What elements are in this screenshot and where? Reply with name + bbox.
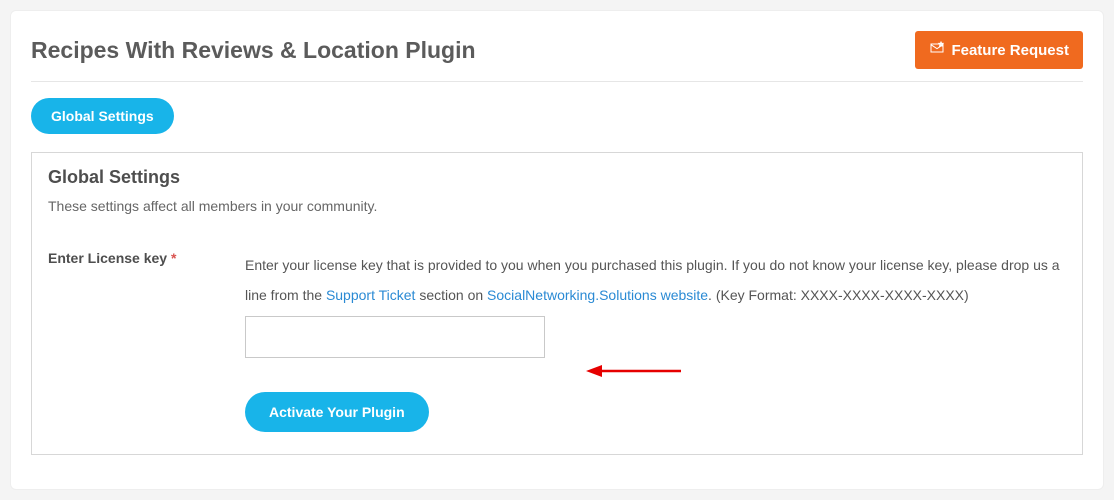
required-mark: * (171, 250, 176, 266)
tab-global-settings-label: Global Settings (51, 108, 154, 124)
header-row: Recipes With Reviews & Location Plugin F… (31, 31, 1083, 82)
section-title: Global Settings (48, 167, 1066, 188)
license-help-text: Enter your license key that is provided … (245, 250, 1066, 310)
license-form-body: Enter your license key that is provided … (245, 250, 1066, 432)
support-ticket-link[interactable]: Support Ticket (326, 287, 416, 303)
help-text-3: . (Key Format: XXXX-XXXX-XXXX-XXXX) (708, 287, 969, 303)
feature-request-button[interactable]: Feature Request (915, 31, 1083, 69)
annotation-arrow (586, 361, 686, 381)
tab-global-settings[interactable]: Global Settings (31, 98, 174, 134)
tab-row: Global Settings (31, 98, 1083, 134)
license-form-row: Enter License key * Enter your license k… (48, 250, 1066, 432)
page-title: Recipes With Reviews & Location Plugin (31, 37, 476, 64)
section-description: These settings affect all members in you… (48, 198, 1066, 214)
license-key-input[interactable] (245, 316, 545, 358)
settings-card: Recipes With Reviews & Location Plugin F… (10, 10, 1104, 490)
license-label: Enter License key * (48, 250, 245, 266)
help-text-2: section on (415, 287, 487, 303)
feature-request-label: Feature Request (951, 42, 1069, 59)
activate-plugin-button[interactable]: Activate Your Plugin (245, 392, 429, 432)
mail-icon (929, 40, 945, 60)
license-label-text: Enter License key (48, 250, 167, 266)
sns-website-link[interactable]: SocialNetworking.Solutions website (487, 287, 708, 303)
activate-plugin-label: Activate Your Plugin (269, 404, 405, 420)
settings-box: Global Settings These settings affect al… (31, 152, 1083, 455)
